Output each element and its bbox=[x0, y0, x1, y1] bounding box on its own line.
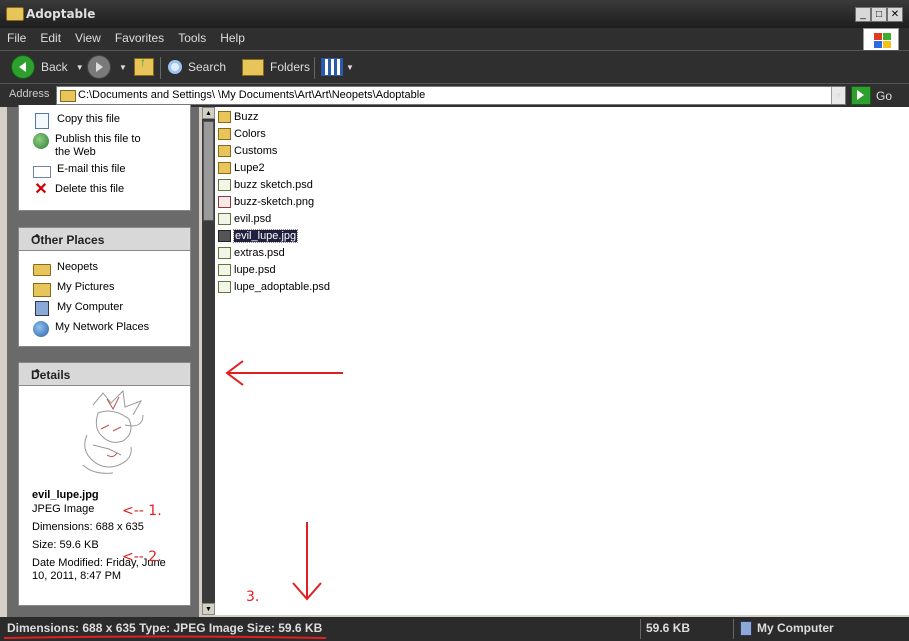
scroll-down-icon[interactable]: ▼ bbox=[202, 603, 215, 615]
other-places-header[interactable]: Other Places ⌃ bbox=[19, 228, 190, 251]
details-dimensions: Dimensions: 688 x 635 bbox=[32, 521, 144, 533]
folder-icon bbox=[33, 264, 51, 276]
chevron-down-icon[interactable]: ▼ bbox=[831, 87, 845, 104]
folder-icon bbox=[6, 7, 24, 21]
forward-button[interactable]: ▼ bbox=[87, 55, 127, 79]
menu-help[interactable]: Help bbox=[213, 28, 252, 45]
status-bar: Dimensions: 688 x 635 Type: JPEG Image S… bbox=[0, 617, 909, 641]
details-filename: evil_lupe.jpg bbox=[32, 489, 99, 501]
network-icon bbox=[33, 321, 49, 337]
back-label: Back bbox=[41, 60, 68, 74]
publish-file-task[interactable]: Publish this file to the Web bbox=[33, 133, 153, 159]
views-button[interactable]: ▼ bbox=[321, 55, 354, 79]
details-size: Size: 59.6 KB bbox=[32, 539, 99, 551]
file-tasks-panel: Copy this file Publish this file to the … bbox=[18, 105, 191, 211]
address-input[interactable]: C:\Documents and Settings\ \My Documents… bbox=[56, 86, 846, 105]
details-type: JPEG Image bbox=[32, 503, 95, 515]
status-divider bbox=[733, 619, 734, 639]
delete-icon: ✕ bbox=[34, 181, 48, 198]
scroll-thumb[interactable] bbox=[203, 121, 214, 221]
task-label: Delete this file bbox=[55, 183, 125, 195]
computer-icon bbox=[740, 621, 752, 636]
place-label: Neopets bbox=[57, 261, 98, 273]
folders-icon bbox=[242, 58, 264, 76]
task-pane-scrollbar[interactable]: ▲ ▼ bbox=[202, 107, 215, 615]
windows-logo-icon bbox=[863, 28, 899, 52]
chevron-down-icon: ▼ bbox=[346, 62, 354, 72]
details-panel: Details ⌃ evil_lupe.jpg JPEG Image Dimen… bbox=[18, 362, 191, 606]
menu-edit[interactable]: Edit bbox=[33, 28, 68, 45]
chevron-down-icon[interactable]: ▼ bbox=[76, 63, 84, 72]
search-button[interactable]: Search bbox=[168, 55, 226, 79]
annotation-1: <-- 1. bbox=[122, 503, 162, 519]
status-divider bbox=[640, 619, 641, 639]
annotation-arrows bbox=[225, 360, 343, 601]
toolbar-divider bbox=[314, 57, 315, 79]
forward-arrow-icon bbox=[87, 55, 111, 79]
explorer-window: Adoptable _ □ ✕ File Edit View Favorites Too… bbox=[0, 0, 909, 641]
address-bar: Address C:\Documents and Settings\ \My D… bbox=[0, 83, 909, 107]
email-file-task[interactable]: E-mail this file bbox=[33, 163, 125, 178]
title-bar[interactable]: Adoptable _ □ ✕ bbox=[0, 0, 909, 28]
menu-view[interactable]: View bbox=[68, 28, 108, 45]
chevron-down-icon[interactable]: ▼ bbox=[119, 63, 127, 72]
place-my-pictures[interactable]: My Pictures bbox=[33, 281, 114, 297]
folders-button[interactable]: Folders bbox=[242, 55, 310, 79]
collapse-chevron-icon[interactable]: ⌃ bbox=[31, 368, 43, 380]
status-info: Dimensions: 688 x 635 Type: JPEG Image S… bbox=[7, 621, 323, 635]
go-button[interactable]: Go bbox=[851, 86, 892, 105]
folders-label: Folders bbox=[270, 60, 311, 74]
search-icon bbox=[168, 60, 182, 74]
details-header[interactable]: Details ⌃ bbox=[19, 363, 190, 386]
mail-icon bbox=[33, 166, 51, 178]
publish-globe-icon bbox=[33, 133, 49, 149]
place-label: My Pictures bbox=[57, 281, 115, 293]
copy-icon bbox=[35, 113, 49, 129]
underline-annotation bbox=[3, 635, 327, 639]
scroll-up-icon[interactable]: ▲ bbox=[202, 107, 215, 119]
folder-icon bbox=[60, 90, 76, 102]
status-size: 59.6 KB bbox=[646, 621, 691, 635]
copy-file-task[interactable]: Copy this file bbox=[33, 113, 120, 129]
go-label: Go bbox=[876, 88, 893, 103]
other-places-panel: Other Places ⌃ Neopets My Pictures My Com… bbox=[18, 227, 191, 347]
place-my-computer[interactable]: My Computer bbox=[33, 301, 123, 316]
menu-favorites[interactable]: Favorites bbox=[108, 28, 171, 45]
address-label: Address bbox=[9, 88, 50, 100]
task-label: Publish this file to the Web bbox=[55, 133, 141, 158]
views-icon bbox=[321, 58, 343, 76]
go-arrow-icon bbox=[851, 86, 871, 105]
close-button[interactable]: ✕ bbox=[887, 7, 903, 22]
toolbar-divider bbox=[160, 57, 161, 79]
computer-icon bbox=[35, 301, 49, 316]
menu-bar: File Edit View Favorites Tools Help bbox=[0, 28, 909, 52]
file-list: Buzz Colors Customs Lupe2 buzz sketch.ps… bbox=[215, 107, 909, 615]
collapse-chevron-icon[interactable]: ⌃ bbox=[31, 233, 43, 245]
back-button[interactable]: Back ▼ bbox=[11, 55, 84, 79]
back-arrow-icon bbox=[11, 55, 35, 79]
search-label: Search bbox=[188, 60, 227, 74]
status-location: My Computer bbox=[757, 621, 834, 635]
up-folder-icon: ↑ bbox=[134, 55, 154, 76]
task-label: Copy this file bbox=[57, 113, 120, 125]
task-label: E-mail this file bbox=[57, 163, 126, 175]
annotation-2: <-- 2. bbox=[122, 549, 162, 565]
annotation-3: 3. bbox=[246, 589, 260, 605]
place-label: My Network Places bbox=[55, 321, 150, 333]
minimize-button[interactable]: _ bbox=[855, 7, 871, 22]
image-thumbnail bbox=[82, 389, 144, 474]
maximize-button[interactable]: □ bbox=[871, 7, 887, 22]
delete-file-task[interactable]: ✕ Delete this file bbox=[33, 181, 125, 199]
menu-tools[interactable]: Tools bbox=[171, 28, 213, 45]
place-my-network[interactable]: My Network Places bbox=[33, 321, 149, 337]
place-label: My Computer bbox=[57, 301, 124, 313]
menu-file[interactable]: File bbox=[0, 28, 33, 45]
window-title: Adoptable bbox=[26, 7, 96, 21]
pictures-folder-icon bbox=[33, 283, 51, 297]
task-pane: Copy this file Publish this file to the … bbox=[7, 105, 199, 617]
up-folder-button[interactable]: ↑ bbox=[134, 55, 154, 79]
place-neopets[interactable]: Neopets bbox=[33, 261, 98, 276]
address-path: C:\Documents and Settings\ \My Documents… bbox=[78, 89, 426, 101]
toolbar: Back ▼ ▼ ↑ Search Folders ▼ bbox=[0, 50, 909, 84]
